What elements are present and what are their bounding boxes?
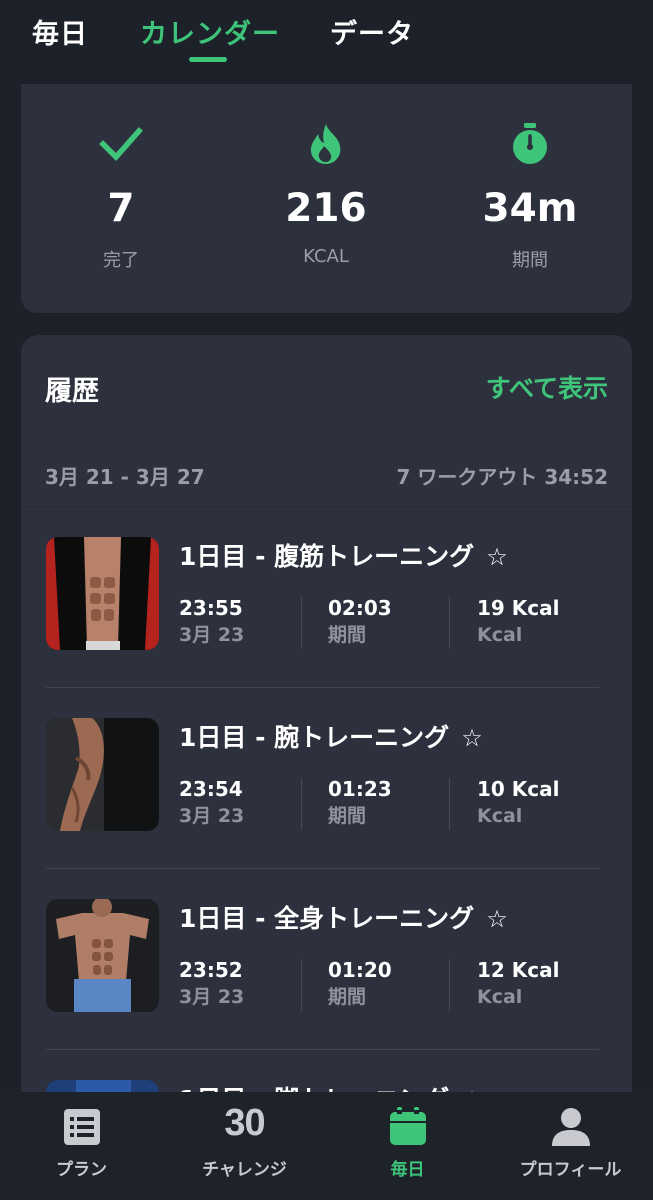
stat-label: 期間 (512, 250, 548, 271)
person-icon (552, 1108, 590, 1146)
metric-duration: 01:20 期間 (328, 957, 468, 1011)
workout-kcal: 12 Kcal (477, 958, 560, 982)
nav-daily[interactable]: 毎日 (326, 1092, 489, 1200)
flame-icon (310, 124, 341, 164)
workout-time: 23:54 (179, 777, 243, 801)
divider (301, 778, 302, 830)
workout-time: 23:55 (179, 596, 243, 620)
checkmark-icon (99, 127, 143, 162)
tab-data[interactable]: データ (330, 12, 414, 51)
favorite-star-icon[interactable]: ☆ (486, 905, 508, 933)
workout-title: 1日目 - 全身トレーニング ☆ (179, 904, 508, 933)
workout-title: 1日目 - 腹筋トレーニング ☆ (179, 542, 508, 571)
divider (301, 597, 302, 649)
workout-thumbnail-abs (46, 537, 159, 650)
workout-row-abs[interactable]: 1日目 - 腹筋トレーニング ☆ 23:55 3月 23 02:03 期間 19 … (21, 507, 632, 688)
workout-row-arms[interactable]: 1日目 - 腕トレーニング ☆ 23:54 3月 23 01:23 期間 10 K… (21, 688, 632, 869)
workout-date: 3月 23 (179, 986, 245, 1008)
metric-kcal: 10 Kcal Kcal (477, 776, 617, 830)
favorite-star-icon[interactable]: ☆ (486, 543, 508, 571)
week-range: 3月 21 - 3月 27 (45, 465, 205, 489)
stat-value: 34m (482, 186, 578, 231)
duration-label: 期間 (328, 986, 367, 1008)
workout-title: 1日目 - 腕トレーニング ☆ (179, 723, 483, 752)
stat-completed: 7 完了 (21, 84, 221, 313)
history-card: 履歴 すべて表示 3月 21 - 3月 27 7 ワークアウト 34:52 1日… (21, 335, 632, 1115)
metric-kcal: 19 Kcal Kcal (477, 595, 617, 649)
workout-date: 3月 23 (179, 805, 245, 827)
stats-card: 7 完了 216 KCAL 34m 期間 (21, 84, 632, 313)
workout-row-fullbody[interactable]: 1日目 - 全身トレーニング ☆ 23:52 3月 23 01:20 期間 12 … (21, 869, 632, 1050)
stat-label: 完了 (103, 250, 139, 271)
top-tab-bar: 毎日 カレンダー データ (0, 0, 653, 84)
stat-value: 7 (107, 186, 135, 231)
nav-label: プロフィール (519, 1160, 622, 1180)
stopwatch-icon (513, 123, 547, 164)
divider (449, 959, 450, 1011)
divider (449, 778, 450, 830)
nav-profile[interactable]: プロフィール (489, 1092, 652, 1200)
nav-label: 毎日 (390, 1160, 425, 1180)
duration-label: 期間 (328, 805, 367, 827)
workout-duration: 02:03 (328, 596, 392, 620)
show-all-link[interactable]: すべて表示 (486, 369, 608, 405)
favorite-star-icon[interactable]: ☆ (461, 724, 483, 752)
nav-challenge[interactable]: 30 チャレンジ (163, 1092, 326, 1200)
active-tab-indicator (189, 57, 227, 62)
bottom-navigation: プラン 30 チャレンジ 毎日 プロフィール (0, 1092, 653, 1200)
week-summary: 7 ワークアウト 34:52 (396, 465, 608, 489)
duration-label: 期間 (328, 624, 367, 646)
workout-date: 3月 23 (179, 624, 245, 646)
stat-kcal: 216 KCAL (226, 84, 426, 313)
workout-thumbnail-fullbody (46, 899, 159, 1012)
metric-duration: 01:23 期間 (328, 776, 468, 830)
tab-daily[interactable]: 毎日 (32, 12, 88, 51)
workout-kcal: 10 Kcal (477, 777, 560, 801)
workout-thumbnail-arms (46, 718, 159, 831)
list-icon (64, 1109, 100, 1145)
stat-label: KCAL (303, 246, 349, 267)
nav-label: プラン (56, 1160, 107, 1180)
kcal-label: Kcal (477, 624, 523, 646)
metric-kcal: 12 Kcal Kcal (477, 957, 617, 1011)
workout-time: 23:52 (179, 958, 243, 982)
workout-kcal: 19 Kcal (477, 596, 560, 620)
history-title: 履歴 (45, 376, 99, 407)
tab-calendar[interactable]: カレンダー (140, 12, 280, 51)
workout-duration: 01:23 (328, 777, 392, 801)
metric-duration: 02:03 期間 (328, 595, 468, 649)
nav-plan[interactable]: プラン (0, 1092, 163, 1200)
kcal-label: Kcal (477, 986, 523, 1008)
calendar-icon (390, 1107, 426, 1145)
metric-time: 23:55 3月 23 (179, 595, 319, 649)
metric-time: 23:52 3月 23 (179, 957, 319, 1011)
metric-time: 23:54 3月 23 (179, 776, 319, 830)
stat-value: 216 (285, 186, 367, 231)
thirty-icon: 30 (224, 1102, 265, 1144)
workout-duration: 01:20 (328, 958, 392, 982)
nav-label: チャレンジ (202, 1160, 287, 1180)
divider (301, 959, 302, 1011)
kcal-label: Kcal (477, 805, 523, 827)
stat-duration: 34m 期間 (430, 84, 630, 313)
divider (449, 597, 450, 649)
